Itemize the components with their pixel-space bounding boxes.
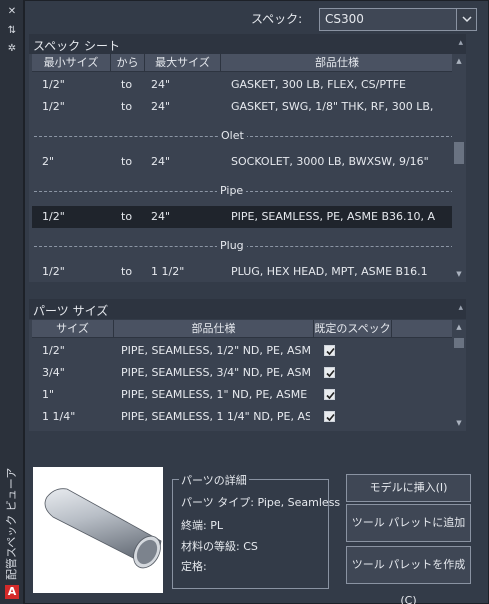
spec-dropdown[interactable]: CS300 (319, 8, 477, 31)
part-details-title: パーツの詳細 (179, 472, 249, 488)
group-separator-pipe: Pipe (32, 181, 464, 203)
cell-part-spec: GASKET, 300 LB, FLEX, CS/PTFE (231, 78, 407, 91)
cell-to: to (121, 155, 133, 168)
spec-sheet-header: スペック シート ▴ (29, 34, 466, 54)
group-label: Pipe (217, 184, 247, 197)
table-row[interactable]: 1/2" to 1 1/2" PLUG, HEX HEAD, MPT, ASME… (32, 261, 464, 282)
auto-hide-icon[interactable]: ⇅ (5, 25, 19, 37)
pipe-preview-icon (44, 488, 162, 569)
table-row[interactable]: 1/2" to 24" GASKET, 300 LB, FLEX, CS/PTF… (32, 74, 464, 96)
cell-min-size: 1/2" (42, 100, 65, 113)
cell-size: 1 1/4" (42, 410, 76, 423)
scrollbar-thumb[interactable] (454, 338, 464, 348)
cell-to: to (121, 265, 133, 278)
cell-part-spec: GASKET, SWG, 1/8" THK, RF, 300 LB, (231, 100, 434, 113)
cell-part-spec: PIPE, SEAMLESS, 1 1/4" ND, PE, ASM (121, 410, 310, 423)
cell-part-spec: PIPE, SEAMLESS, 1/2" ND, PE, ASME (121, 344, 310, 357)
scroll-up-icon[interactable]: ▲ (454, 322, 464, 332)
insert-into-model-button[interactable]: モデルに挿入(I) (346, 474, 471, 502)
cell-part-spec: PLUG, HEX HEAD, MPT, ASME B16.1 (231, 265, 428, 278)
cell-part-spec: PIPE, SEAMLESS, 1" ND, PE, ASME B (121, 388, 310, 401)
cell-to: to (121, 78, 133, 91)
part-sizes-scrollbar[interactable]: ▲ ▼ (452, 320, 466, 431)
cell-part-spec: PIPE, SEAMLESS, 3/4" ND, PE, ASME (121, 366, 310, 379)
rating-text: 定格: (181, 560, 207, 573)
collapse-icon[interactable]: ▴ (458, 38, 463, 48)
scroll-up-icon[interactable]: ▲ (454, 56, 464, 66)
scroll-down-icon[interactable]: ▼ (454, 418, 464, 428)
material-text: 材料の等級: CS (181, 540, 258, 553)
group-label: Plug (217, 239, 247, 252)
table-row[interactable]: 3/4" PIPE, SEAMLESS, 3/4" ND, PE, ASME (32, 362, 464, 384)
column-header-max-size[interactable]: 最大サイズ (145, 54, 221, 72)
table-row-selected[interactable]: 1/2" to 24" PIPE, SEAMLESS, PE, ASME B36… (32, 206, 464, 228)
cell-min-size: 1/2" (42, 78, 65, 91)
table-row[interactable]: 1/2" to 24" GASKET, SWG, 1/8" THK, RF, 3… (32, 96, 464, 118)
column-header-default-spec[interactable]: 既定のスペック (314, 320, 392, 338)
autocad-logo-icon: A (5, 585, 19, 599)
part-type-text: パーツ タイプ: Pipe, Seamless (181, 496, 341, 509)
cell-max-size: 24" (151, 78, 171, 91)
palette-title: 配管スペック ビューア (5, 467, 18, 580)
collapse-icon[interactable]: ▴ (458, 303, 463, 313)
default-spec-checkbox[interactable] (324, 367, 335, 378)
part-sizes-table: サイズ 部品仕様 既定のスペック 1/2" PIPE, SEAMLESS, 1/… (29, 320, 466, 431)
table-row[interactable]: 1 1/4" PIPE, SEAMLESS, 1 1/4" ND, PE, AS… (32, 406, 464, 428)
end-type-text: 終端: PL (181, 519, 223, 532)
palette-title-strip: ✕ ⇅ ✲ 配管スペック ビューア A (0, 0, 24, 604)
cell-size: 1" (42, 388, 55, 401)
properties-icon[interactable]: ✲ (5, 43, 19, 55)
column-header-part-spec[interactable]: 部品仕様 (221, 54, 454, 72)
default-spec-checkbox[interactable] (324, 345, 335, 356)
cell-to: to (121, 100, 133, 113)
cell-max-size: 24" (151, 100, 171, 113)
spec-dropdown-value: CS300 (325, 12, 364, 26)
part-preview-image (33, 467, 163, 593)
cell-min-size: 2" (42, 155, 55, 168)
part-sizes-header-row: サイズ 部品仕様 既定のスペック (32, 320, 464, 338)
spec-viewer-panel: スペック: CS300 スペック シート ▴ 最小サイズ から 最大サイズ 部品… (24, 0, 489, 604)
column-header-filler (392, 320, 454, 338)
scroll-down-icon[interactable]: ▼ (454, 269, 464, 279)
close-icon[interactable]: ✕ (5, 6, 19, 18)
spec-sheet-scrollbar[interactable]: ▲ ▼ (452, 54, 466, 282)
spec-label: スペック: (251, 12, 303, 26)
group-label: Olet (218, 129, 247, 142)
part-sizes-header: パーツ サイズ ▴ (29, 299, 466, 319)
part-details-group: パーツの詳細 パーツ タイプ: Pipe, Seamless 終端: PL 材料… (172, 472, 340, 589)
table-row[interactable]: 1/2" PIPE, SEAMLESS, 1/2" ND, PE, ASME (32, 340, 464, 362)
chevron-down-icon[interactable] (456, 9, 476, 30)
table-row[interactable]: 2" to 24" SOCKOLET, 3000 LB, BWXSW, 9/16… (32, 151, 464, 173)
part-sizes-title: パーツ サイズ (33, 304, 109, 318)
cell-min-size: 1/2" (42, 210, 65, 223)
create-tool-palette-button[interactable]: ツール パレットを作成(C) (346, 546, 471, 604)
default-spec-checkbox[interactable] (324, 411, 335, 422)
cell-max-size: 1 1/2" (151, 265, 185, 278)
cell-to: to (121, 210, 133, 223)
cell-part-spec: SOCKOLET, 3000 LB, BWXSW, 9/16" (231, 155, 429, 168)
cell-size: 1/2" (42, 344, 65, 357)
cell-min-size: 1/2" (42, 265, 65, 278)
default-spec-checkbox[interactable] (324, 389, 335, 400)
spec-sheet-header-row: 最小サイズ から 最大サイズ 部品仕様 (32, 54, 464, 72)
cell-max-size: 24" (151, 210, 171, 223)
cell-part-spec: PIPE, SEAMLESS, PE, ASME B36.10, A (231, 210, 436, 223)
cell-max-size: 24" (151, 155, 171, 168)
group-separator-plug: Plug (32, 236, 464, 258)
column-header-to[interactable]: から (111, 54, 145, 72)
add-to-tool-palette-button[interactable]: ツール パレットに追加(A) (346, 504, 471, 565)
spec-sheet-title: スペック シート (33, 39, 120, 53)
column-header-size[interactable]: サイズ (32, 320, 114, 338)
column-header-part-spec[interactable]: 部品仕様 (114, 320, 314, 338)
cell-size: 3/4" (42, 366, 65, 379)
column-header-min-size[interactable]: 最小サイズ (32, 54, 111, 72)
group-separator-olet: Olet (32, 126, 464, 148)
spec-sheet-table: 最小サイズ から 最大サイズ 部品仕様 1/2" to 24" GASKET, … (29, 54, 466, 282)
table-row[interactable]: 1" PIPE, SEAMLESS, 1" ND, PE, ASME B (32, 384, 464, 406)
scrollbar-thumb[interactable] (454, 142, 464, 164)
